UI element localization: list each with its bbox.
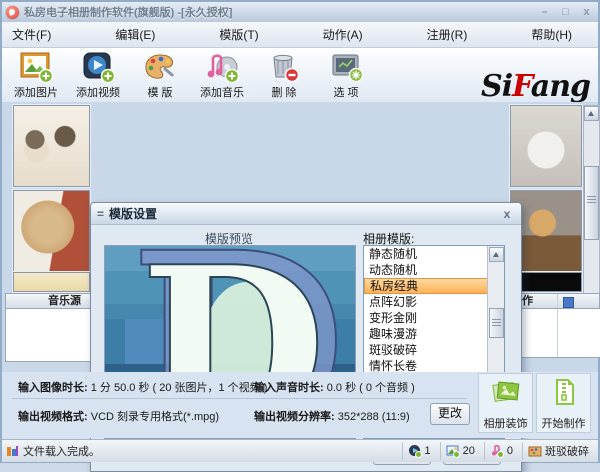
- toolbar-label: 删 除: [271, 87, 297, 99]
- logo-part: F: [512, 69, 532, 104]
- status-message: 文件载入完成。: [23, 446, 100, 458]
- add-video-icon: [83, 52, 116, 84]
- add-music-icon: [207, 54, 240, 84]
- album-decorate-button[interactable]: 相册装饰: [478, 373, 533, 433]
- toolbar-label: 添加视频: [76, 87, 120, 99]
- statusbar: 文件载入完成。 1 20 0 斑驳破碎: [2, 439, 598, 462]
- menu-template[interactable]: 模版(T): [215, 23, 262, 46]
- menu-edit[interactable]: 编辑(E): [111, 23, 159, 46]
- menu-file[interactable]: 文件(F): [8, 23, 55, 46]
- window-title: 私房电子相册制作软件(旗舰版) -[永久授权]: [24, 7, 233, 19]
- start-make-icon: [555, 379, 574, 405]
- output-resolution-label: 输出视频分辨率:: [254, 411, 335, 423]
- output-resolution-value: 352*288 (11:9): [337, 411, 410, 423]
- photo-thumbnail[interactable]: [13, 190, 90, 272]
- photo-thumbnail[interactable]: [13, 105, 90, 187]
- template-item-selected[interactable]: 私房经典: [364, 278, 489, 294]
- video-count: 1: [424, 445, 431, 457]
- template-status-icon: [528, 446, 542, 457]
- sifang-logo: SiFang: [481, 69, 591, 104]
- video-count-cell: 1: [401, 442, 436, 460]
- toolbar-label: 添加音乐: [200, 87, 244, 99]
- add-video-button[interactable]: 添加视频: [68, 50, 128, 100]
- template-item[interactable]: 点阵幻影: [364, 294, 487, 310]
- scroll-up-icon[interactable]: [489, 247, 504, 262]
- close-icon[interactable]: x: [579, 6, 594, 19]
- toolbar: 添加图片 添加视频 模 版 添加音乐 删 除 选 项 SiFang: [2, 48, 598, 103]
- add-image-button[interactable]: 添加图片: [6, 50, 66, 100]
- photo-thumbnail[interactable]: [510, 105, 582, 187]
- maximize-icon[interactable]: □: [558, 6, 573, 19]
- music-source-label: 音乐源: [48, 295, 81, 307]
- delete-button[interactable]: 删 除: [254, 50, 314, 100]
- video-count-icon: [408, 445, 422, 458]
- current-template-name: 斑驳破碎: [545, 446, 589, 458]
- app-icon: [6, 5, 19, 19]
- template-item[interactable]: 斑驳破碎: [364, 342, 487, 358]
- start-make-label: 开始制作: [541, 418, 586, 430]
- minimize-icon[interactable]: –: [537, 6, 552, 19]
- input-audio-duration-value: 0.0 秒 ( 0 个音频 ): [326, 382, 415, 394]
- app-window: 私房电子相册制作软件(旗舰版) -[永久授权] – □ x 文件(F) 编辑(E…: [0, 0, 600, 472]
- image-count-icon: [446, 445, 460, 458]
- titlebar: 私房电子相册制作软件(旗舰版) -[永久授权] – □ x: [2, 2, 598, 22]
- logo-part: Si: [481, 69, 513, 104]
- template-palette-icon: [145, 54, 174, 79]
- delete-trash-icon: [273, 54, 300, 83]
- menu-help[interactable]: 帮助(H): [527, 23, 576, 46]
- output-format-label: 输出视频格式:: [18, 411, 88, 423]
- toolbar-label: 添加图片: [14, 87, 58, 99]
- dialog-menu-icon: =: [97, 206, 105, 221]
- image-count-cell: 20: [439, 442, 480, 460]
- dialog-close-icon[interactable]: x: [499, 207, 515, 221]
- dialog-titlebar[interactable]: = 模版设置 x: [91, 203, 521, 225]
- toolbar-label: 模 版: [147, 87, 173, 99]
- menubar: 文件(F) 编辑(E) 模版(T) 动作(A) 注册(R) 帮助(H) 歌词制作: [2, 22, 598, 48]
- add-image-icon: [20, 52, 54, 84]
- options-button[interactable]: 选 项: [316, 50, 376, 100]
- output-format-value: VCD 刻录专用格式(*.mpg): [90, 411, 220, 423]
- audio-count: 0: [506, 445, 513, 457]
- album-decorate-label: 相册装饰: [483, 418, 528, 430]
- template-item[interactable]: 动态随机: [364, 262, 487, 278]
- column-sort-icon[interactable]: [563, 297, 574, 308]
- album-decorate-icon: [491, 381, 519, 402]
- logo-part: ang: [530, 69, 591, 104]
- input-audio-duration-label: 输入声音时长:: [254, 382, 324, 394]
- current-template-cell: 斑驳破碎: [522, 442, 594, 460]
- menu-register[interactable]: 注册(R): [423, 23, 472, 46]
- input-image-duration-value: 1 分 50.0 秒 ( 20 张图片，1 个视频 ): [90, 382, 268, 394]
- template-item[interactable]: 静态随机: [364, 246, 487, 262]
- input-image-duration-label: 输入图像时长:: [18, 382, 88, 394]
- audio-count-cell: 0: [483, 442, 518, 460]
- photo-thumbnail[interactable]: [13, 272, 90, 292]
- toolbar-label: 选 项: [333, 87, 359, 99]
- scrollbar-thumb[interactable]: [584, 166, 599, 240]
- divider: [12, 398, 467, 399]
- start-make-button[interactable]: 开始制作: [536, 373, 591, 433]
- image-count: 20: [462, 445, 475, 457]
- menu-action[interactable]: 动作(A): [319, 23, 367, 46]
- dialog-title: 模版设置: [109, 207, 158, 221]
- info-area: 输入图像时长: 1 分 50.0 秒 ( 20 张图片，1 个视频 ) 输入声音…: [2, 372, 598, 438]
- template-button[interactable]: 模 版: [130, 50, 190, 100]
- scroll-up-icon[interactable]: [584, 106, 599, 121]
- change-button[interactable]: 更改: [430, 403, 470, 425]
- add-music-button[interactable]: 添加音乐: [192, 50, 252, 100]
- audio-count-icon: [491, 444, 504, 458]
- scrollbar-thumb[interactable]: [489, 308, 504, 338]
- template-item[interactable]: 趣味漫游: [364, 326, 487, 342]
- options-gear-icon: [332, 54, 364, 83]
- template-item[interactable]: 变形金刚: [364, 310, 487, 326]
- status-info-icon: [7, 445, 18, 456]
- main-area: 音乐源 操作 = 模版设置 x 模版预览 D 相册模版: 静态随机 动态随机 私…: [2, 102, 600, 472]
